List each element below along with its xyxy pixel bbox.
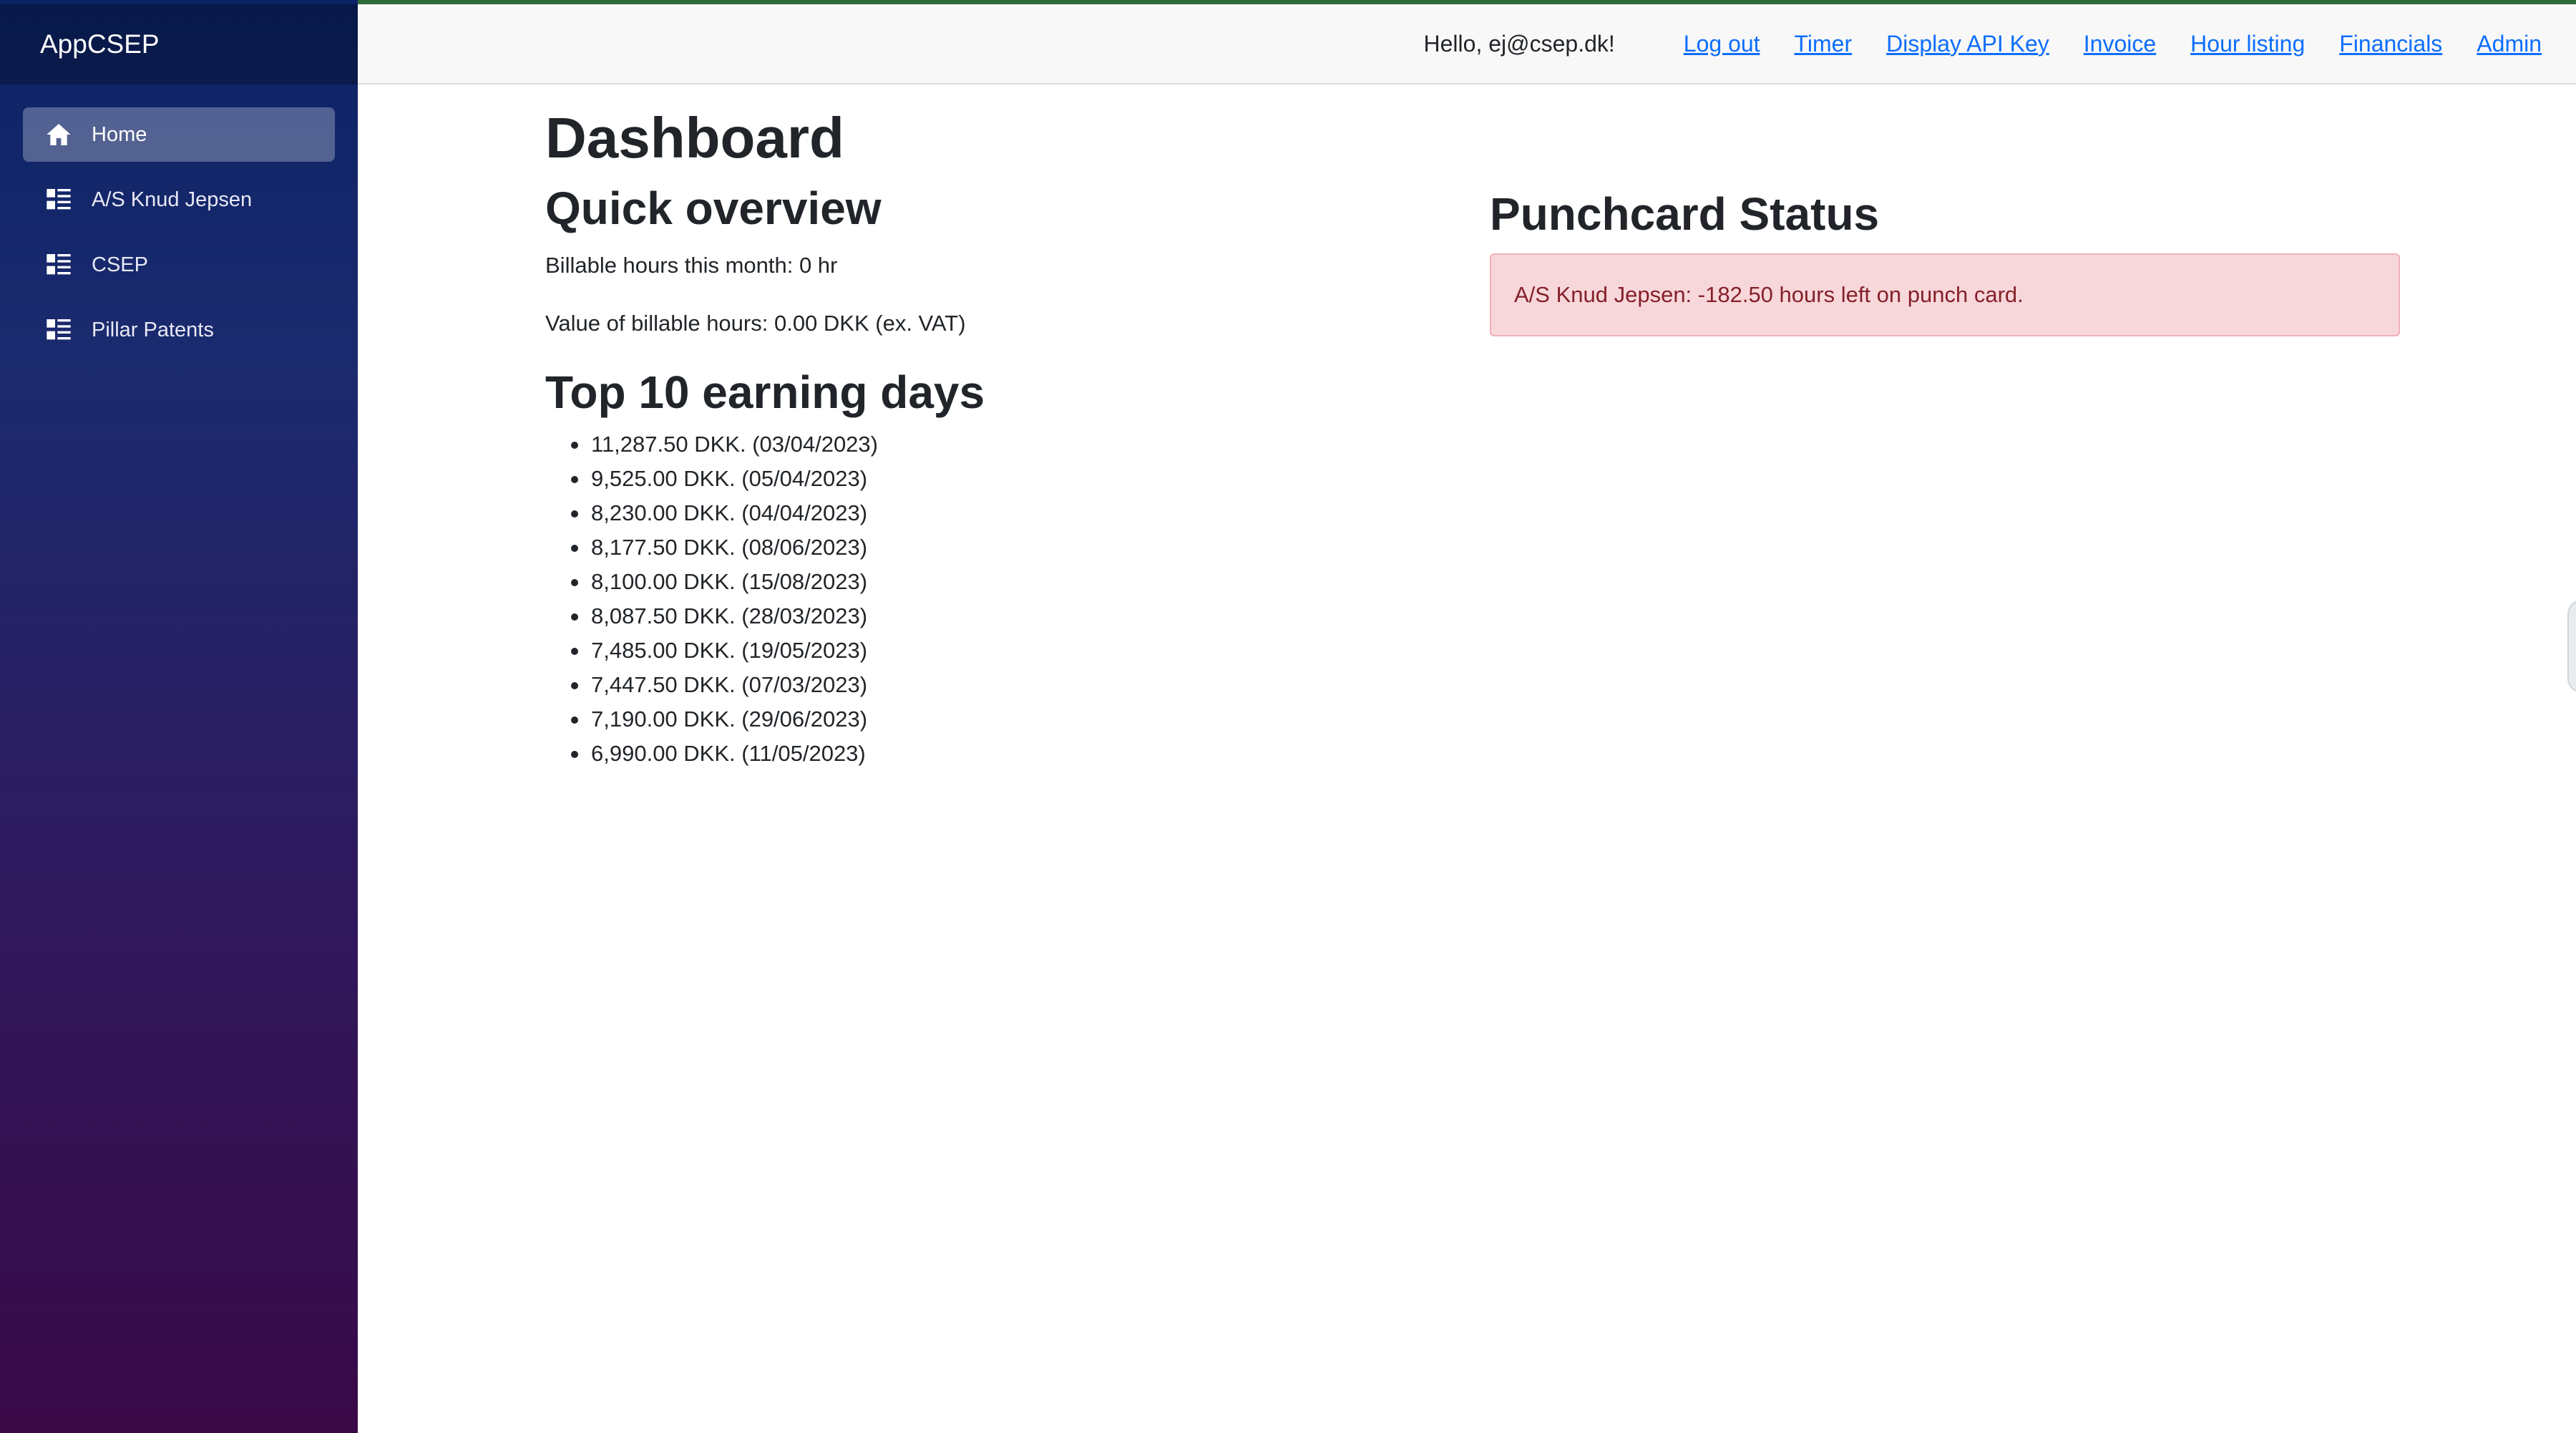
- quick-overview-heading: Quick overview: [545, 183, 882, 235]
- list-icon: [44, 251, 73, 279]
- home-icon: [44, 120, 73, 149]
- sidebar: AppCSEP Home A/S Knud Jepsen CSEP Pillar…: [0, 0, 358, 1433]
- timer-link[interactable]: Timer: [1795, 31, 1853, 57]
- sidebar-item-csep[interactable]: CSEP: [23, 238, 335, 292]
- list-item: 8,177.50 DKK. (08/06/2023): [545, 530, 1461, 565]
- list-item: 11,287.50 DKK. (03/04/2023): [545, 427, 1461, 462]
- list-item: 8,100.00 DKK. (15/08/2023): [545, 565, 1461, 599]
- billable-hours-text: Billable hours this month: 0 hr: [545, 253, 838, 278]
- hour-listing-link[interactable]: Hour listing: [2190, 31, 2305, 57]
- top-earning-days-heading: Top 10 earning days: [545, 366, 985, 419]
- app-brand[interactable]: AppCSEP: [40, 29, 160, 59]
- invoice-link[interactable]: Invoice: [2084, 31, 2156, 57]
- user-greeting: Hello, ej@csep.dk!: [1423, 30, 1615, 57]
- top-earning-days-list: 11,287.50 DKK. (03/04/2023) 9,525.00 DKK…: [545, 427, 1461, 771]
- display-api-key-link[interactable]: Display API Key: [1886, 31, 2049, 57]
- sidebar-item-label: Pillar Patents: [92, 318, 214, 341]
- list-item: 7,485.00 DKK. (19/05/2023): [545, 633, 1461, 668]
- top-navbar: Hello, ej@csep.dk! Log out Timer Display…: [358, 4, 2576, 84]
- sidebar-item-label: A/S Knud Jepsen: [92, 188, 253, 211]
- sidebar-item-knud-jepsen[interactable]: A/S Knud Jepsen: [23, 173, 335, 227]
- list-item: 8,230.00 DKK. (04/04/2023): [545, 496, 1461, 530]
- list-icon: [44, 185, 73, 214]
- list-item: 8,087.50 DKK. (28/03/2023): [545, 599, 1461, 633]
- page-title: Dashboard: [545, 106, 844, 170]
- brand-bar: AppCSEP: [0, 4, 358, 84]
- financials-link[interactable]: Financials: [2339, 31, 2442, 57]
- punchcard-alert: A/S Knud Jepsen: -182.50 hours left on p…: [1490, 253, 2400, 336]
- logout-link[interactable]: Log out: [1684, 31, 1760, 57]
- sidebar-item-home[interactable]: Home: [23, 107, 335, 162]
- list-icon: [44, 316, 73, 344]
- admin-link[interactable]: Admin: [2477, 31, 2542, 57]
- sidebar-item-label: Home: [92, 122, 147, 146]
- punchcard-panel: Punchcard Status A/S Knud Jepsen: -182.5…: [1490, 188, 2400, 336]
- list-item: 7,190.00 DKK. (29/06/2023): [545, 702, 1461, 737]
- list-item: 9,525.00 DKK. (05/04/2023): [545, 462, 1461, 496]
- billable-value-text: Value of billable hours: 0.00 DKK (ex. V…: [545, 310, 966, 336]
- punchcard-status-heading: Punchcard Status: [1490, 188, 1880, 240]
- sidebar-item-pillar-patents[interactable]: Pillar Patents: [23, 303, 335, 357]
- sidebar-item-label: CSEP: [92, 253, 148, 276]
- edge-drawer-handle[interactable]: [2567, 600, 2576, 693]
- main-content: Dashboard Quick overview Billable hours …: [545, 107, 1461, 771]
- list-item: 7,447.50 DKK. (07/03/2023): [545, 668, 1461, 702]
- list-item: 6,990.00 DKK. (11/05/2023): [545, 737, 1461, 771]
- sidebar-nav: Home A/S Knud Jepsen CSEP Pillar Patents: [23, 107, 335, 368]
